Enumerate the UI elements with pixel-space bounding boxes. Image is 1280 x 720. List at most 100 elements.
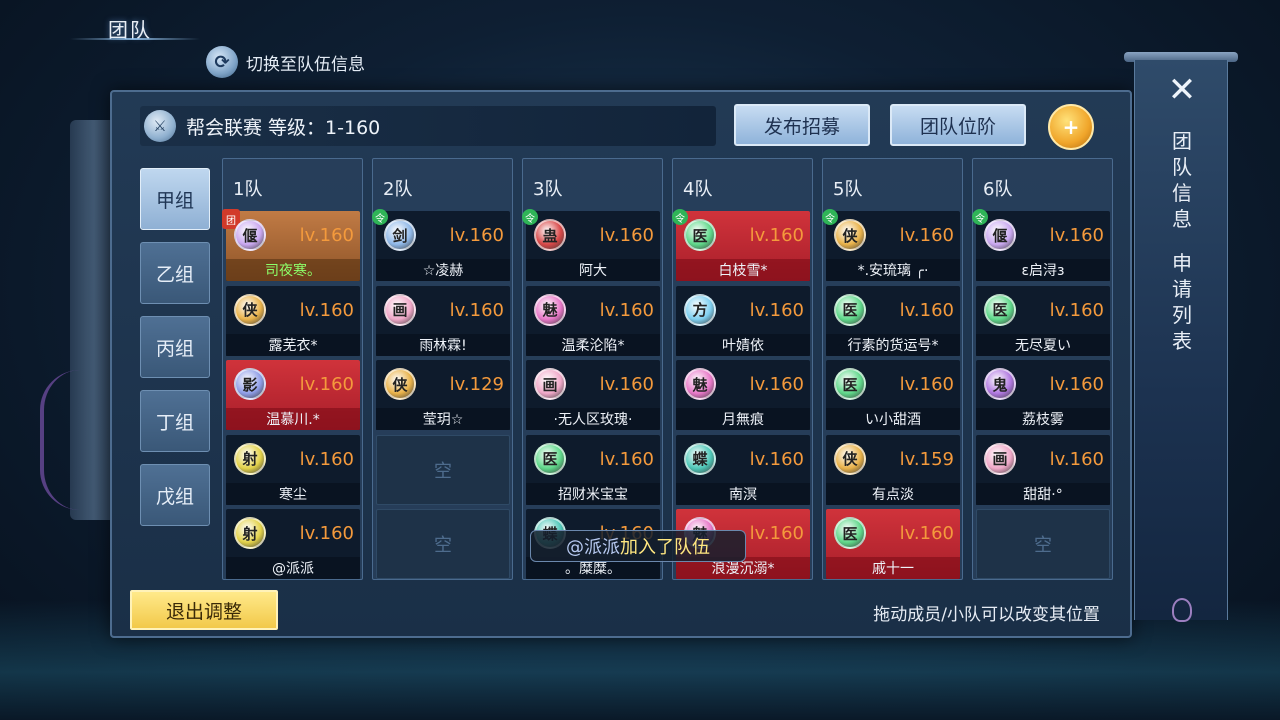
tab-team-info[interactable]: 团队信息 [1170, 128, 1194, 232]
member-level: lv.160 [749, 374, 804, 395]
empty-slot[interactable]: 空 [976, 509, 1110, 579]
team-column[interactable]: 1队团偃 lv.160 司夜寒。侠 lv.160 露芜衣* 影 lv.160 温慕川.* 射 lv… [222, 158, 363, 580]
member-level: lv.160 [899, 225, 954, 246]
team-column[interactable]: 2队令剑 lv.160 ☆凌赫画 lv.160 雨林霖! 侠 lv.129 莹玥☆ 空空 [372, 158, 513, 580]
member-slot[interactable]: 侠 lv.129 莹玥☆ [376, 360, 510, 430]
member-level: lv.160 [749, 225, 804, 246]
member-slot[interactable]: 医 lv.160 无尽夏い [976, 285, 1110, 356]
member-slot[interactable]: 医 lv.160 行素的货运号* [826, 285, 960, 356]
member-name: 有点淡 [826, 482, 960, 505]
member-slot[interactable]: 魅 lv.160 月無痕 [676, 360, 810, 430]
member-slot[interactable]: 射 lv.160 寒尘 [226, 434, 360, 505]
member-level: lv.160 [599, 299, 654, 321]
group-tabs: 甲组乙组丙组丁组戊组 [140, 168, 212, 538]
drag-hint: 拖动成员/小队可以改变其位置 [873, 605, 1100, 625]
team-column[interactable]: 6队令偃 lv.160 ε启浔з 医 lv.160 无尽夏い鬼 lv.160 荔枝雾画 lv.1… [972, 158, 1113, 580]
member-name: 招财米宝宝 [526, 482, 660, 505]
member-slot[interactable]: 令蛊 lv.160 阿大 [522, 209, 660, 281]
member-level: lv.160 [299, 225, 354, 246]
class-icon: 鬼 [984, 368, 1016, 400]
member-slot[interactable]: 令侠 lv.160 *.安琉璃 ╭· [822, 209, 960, 281]
team-column[interactable]: 3队令蛊 lv.160 阿大魅 lv.160 温柔沦陷* 画 lv.160 ·无人区玫瑰· 医 l… [522, 158, 663, 580]
tassel-ornament [1172, 598, 1192, 622]
member-level: lv.160 [749, 448, 804, 470]
class-icon: 侠 [834, 219, 866, 251]
member-slot[interactable]: 医 lv.160 い小甜酒 [826, 360, 960, 430]
decorative-ribbon [40, 370, 100, 510]
group-tab-3[interactable]: 丁组 [140, 390, 210, 452]
class-icon: 侠 [834, 442, 866, 475]
side-scroll-panel: ✕ 团队信息 申请列表 [1124, 42, 1238, 622]
member-slot[interactable]: 医 lv.160 戚十一 [826, 509, 960, 579]
member-name: 司夜寒。 [226, 259, 360, 281]
class-icon: 影 [234, 368, 266, 400]
team-title: 5队 [833, 179, 863, 200]
member-level: lv.160 [599, 225, 654, 246]
class-icon: 蝶 [684, 442, 716, 475]
member-slot[interactable]: 侠 lv.160 露芜衣* [226, 285, 360, 356]
team-column[interactable]: 4队令医 lv.160 白枝雪* 方 lv.160 叶婧依魅 lv.160 月無痕蝶 lv.16… [672, 158, 813, 580]
team-title: 1队 [233, 179, 263, 200]
member-slot[interactable]: 射 lv.160 @派派 [226, 509, 360, 579]
member-slot[interactable]: 团偃 lv.160 司夜寒。 [222, 209, 360, 281]
member-level: lv.160 [899, 374, 954, 395]
member-slot[interactable]: 影 lv.160 温慕川.* [226, 360, 360, 430]
member-name: 温柔沦陷* [526, 333, 660, 356]
group-tab-0[interactable]: 甲组 [140, 168, 210, 230]
member-slot[interactable]: 方 lv.160 叶婧依 [676, 285, 810, 356]
tab-apply-list[interactable]: 申请列表 [1170, 250, 1194, 354]
member-slot[interactable]: 令医 lv.160 白枝雪* [672, 209, 810, 281]
empty-label: 空 [434, 535, 452, 556]
team-rank-button[interactable]: 团队位阶 [890, 104, 1026, 146]
close-icon[interactable]: ✕ [1162, 70, 1202, 110]
member-slot[interactable]: 画 lv.160 甜甜·° [976, 434, 1110, 505]
exit-adjust-button[interactable]: 退出调整 [130, 590, 278, 630]
class-icon: 医 [834, 293, 866, 326]
member-slot[interactable]: 画 lv.160 雨林霖! [376, 285, 510, 356]
member-slot[interactable]: 令偃 lv.160 ε启浔з [972, 209, 1110, 281]
member-name: @派派 [226, 557, 360, 579]
member-slot[interactable]: 侠 lv.159 有点淡 [826, 434, 960, 505]
member-slot[interactable]: 魅 lv.160 温柔沦陷* [526, 285, 660, 356]
class-icon: 射 [234, 442, 266, 475]
member-slot[interactable]: 令剑 lv.160 ☆凌赫 [372, 209, 510, 281]
empty-slot[interactable]: 空 [376, 434, 510, 505]
group-tab-4[interactable]: 戊组 [140, 464, 210, 526]
member-level: lv.160 [899, 299, 954, 321]
empty-slot[interactable]: 空 [376, 509, 510, 579]
member-level: lv.160 [899, 523, 954, 544]
member-name: ☆凌赫 [376, 259, 510, 281]
team-title: 4队 [683, 179, 713, 200]
group-tab-1[interactable]: 乙组 [140, 242, 210, 304]
member-level: lv.160 [749, 299, 804, 321]
title-underline [70, 38, 200, 40]
class-icon: 魅 [534, 293, 566, 326]
member-slot[interactable]: 画 lv.160 ·无人区玫瑰· [526, 360, 660, 430]
class-icon: 医 [984, 293, 1016, 326]
member-slot[interactable]: 医 lv.160 招财米宝宝 [526, 434, 660, 505]
member-name: 戚十一 [826, 557, 960, 579]
member-level: lv.160 [299, 523, 354, 544]
class-icon: 医 [684, 219, 716, 251]
group-tab-2[interactable]: 丙组 [140, 316, 210, 378]
class-icon: 医 [834, 368, 866, 400]
captain-badge: 令 [822, 209, 838, 225]
empty-label: 空 [434, 460, 452, 482]
class-icon: 剑 [384, 219, 416, 251]
class-icon: 偃 [234, 219, 266, 251]
member-level: lv.160 [1049, 299, 1104, 321]
team-column[interactable]: 5队令侠 lv.160 *.安琉璃 ╭· 医 lv.160 行素的货运号* 医 lv.160 い… [822, 158, 963, 580]
class-icon: 侠 [384, 368, 416, 400]
member-level: lv.160 [299, 374, 354, 395]
member-name: 寒尘 [226, 482, 360, 505]
league-header: ⚔ 帮会联赛 等级：1-160 [140, 106, 716, 146]
switch-to-team-info-button[interactable]: ⟳ 切换至队伍信息 [206, 46, 365, 78]
publish-recruit-button[interactable]: 发布招募 [734, 104, 870, 146]
add-member-icon[interactable]: + [1048, 104, 1094, 150]
member-slot[interactable]: 蝶 lv.160 南溟 [676, 434, 810, 505]
member-slot[interactable]: 鬼 lv.160 荔枝雾 [976, 360, 1110, 430]
class-icon: 射 [234, 517, 266, 549]
class-icon: 偃 [984, 219, 1016, 251]
join-toast: @派派 加入了队伍 [530, 530, 746, 562]
member-name: 雨林霖! [376, 333, 510, 356]
